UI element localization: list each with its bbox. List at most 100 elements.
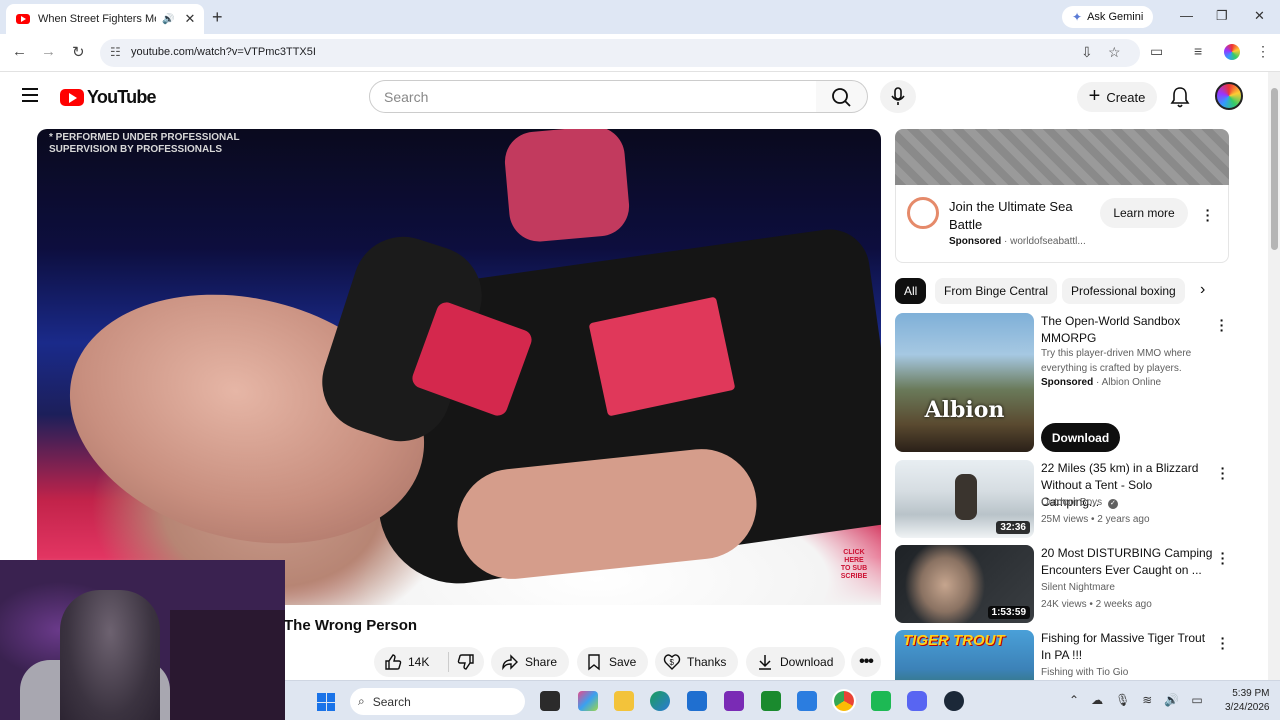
video-thumbnail[interactable]: 32:36 <box>895 460 1034 538</box>
taskbar-search-label: Search <box>372 694 411 709</box>
list-item[interactable]: TIGER TROUT Fishing for Massive Tiger Tr… <box>895 630 1229 680</box>
video-meta: 25M views • 2 years ago <box>1041 514 1150 525</box>
file-explorer-icon[interactable] <box>614 691 634 711</box>
learn-more-button[interactable]: Learn more <box>1100 198 1188 228</box>
gemini-sparkle-icon: ✦ <box>1072 10 1083 24</box>
speaker-icon[interactable]: 🔊 <box>162 14 174 25</box>
wifi-icon[interactable]: ≋ <box>1142 693 1152 707</box>
cast-icon[interactable]: ▭ <box>1150 43 1163 60</box>
voice-search-button[interactable] <box>880 80 916 113</box>
youtube-logo[interactable]: YouTube <box>60 87 157 108</box>
scrollbar-thumb[interactable] <box>1271 88 1278 250</box>
channel-name[interactable]: Outdoor Boys ✓ <box>1041 497 1118 509</box>
video-thumbnail[interactable]: TIGER TROUT <box>895 630 1034 680</box>
video-player[interactable]: * PERFORMED UNDER PROFESSIONAL SUPERVISI… <box>37 129 881 605</box>
steam-icon[interactable] <box>944 691 964 711</box>
menu-hamburger-icon[interactable] <box>22 88 38 102</box>
app-icon[interactable] <box>871 691 891 711</box>
thumbs-up-icon <box>385 654 402 670</box>
close-tab-icon[interactable]: ✕ <box>184 11 195 27</box>
thanks-dollar-icon: $ <box>663 654 681 670</box>
copilot-icon[interactable] <box>578 691 598 711</box>
mic-tray-icon[interactable]: 🎙 <box>1115 693 1130 707</box>
site-info-icon[interactable]: ☷ <box>110 45 121 59</box>
video-title[interactable]: 20 Most DISTURBING Camping Encounters Ev… <box>1041 545 1213 579</box>
browser-tab[interactable]: When Street Fighters Mess 🔊 ✕ <box>6 4 204 34</box>
taskbar-search[interactable]: ⌕ Search <box>350 688 525 715</box>
chip-professional-boxing[interactable]: Professional boxing <box>1062 278 1185 304</box>
search-icon <box>832 88 851 107</box>
volume-icon[interactable]: 🔊 <box>1164 693 1179 707</box>
taskbar-clock[interactable]: 5:39 PM 3/24/2026 <box>1225 687 1270 715</box>
ad-banner-image[interactable] <box>895 129 1229 185</box>
share-label: Share <box>525 655 558 669</box>
video-more-icon[interactable]: · · · <box>1215 461 1231 485</box>
bookmark-star-icon[interactable]: ☆ <box>1108 44 1121 61</box>
media-controls-icon[interactable]: ≡ <box>1194 43 1202 59</box>
chips-next-chevron-icon[interactable]: › <box>1200 281 1205 299</box>
task-view-icon[interactable] <box>540 691 560 711</box>
battery-icon[interactable]: ▭ <box>1191 693 1202 707</box>
video-duration: 1:53:59 <box>987 606 1030 619</box>
svg-text:$: $ <box>670 658 675 667</box>
channel-name[interactable]: Fishing with Tio Gio <box>1041 667 1128 678</box>
ask-gemini-button[interactable]: ✦ Ask Gemini <box>1062 6 1154 28</box>
list-item[interactable]: 1:53:59 20 Most DISTURBING Camping Encou… <box>895 545 1229 625</box>
media-app-icon[interactable] <box>724 691 744 711</box>
channel-name[interactable]: Silent Nightmare <box>1041 582 1115 593</box>
ad-sponsored-label: Sponsored <box>949 236 1002 247</box>
create-button[interactable]: + Create <box>1077 82 1157 112</box>
xbox-icon[interactable] <box>761 691 781 711</box>
albion-download-button[interactable]: Download <box>1041 423 1120 452</box>
video-more-icon[interactable]: · · · <box>1215 546 1231 570</box>
reload-icon[interactable]: ↻ <box>72 43 85 61</box>
notifications-bell-icon[interactable] <box>1170 86 1190 113</box>
restore-icon[interactable]: ❐ <box>1216 8 1228 24</box>
chrome-profile-avatar[interactable] <box>1224 44 1240 60</box>
chrome-taskbar-icon[interactable] <box>832 689 856 713</box>
store-icon[interactable] <box>687 691 707 711</box>
minimize-icon[interactable]: — <box>1180 8 1193 23</box>
search-button[interactable] <box>816 80 868 113</box>
tray-overflow-icon[interactable]: ⌃ <box>1069 693 1079 707</box>
forward-icon[interactable]: → <box>41 43 56 60</box>
new-tab-button[interactable]: + <box>212 7 223 28</box>
list-item[interactable]: 32:36 22 Miles (35 km) in a Blizzard Wit… <box>895 460 1229 540</box>
youtube-account-avatar[interactable] <box>1215 82 1243 110</box>
windows-start-icon[interactable] <box>317 693 335 711</box>
onedrive-icon[interactable]: ☁ <box>1091 693 1103 707</box>
close-window-icon[interactable]: ✕ <box>1254 8 1265 24</box>
dislike-button[interactable] <box>448 652 481 672</box>
taskbar-search-icon: ⌕ <box>358 694 365 708</box>
edge-icon[interactable] <box>650 691 670 711</box>
ad-more-icon[interactable]: · · · <box>1200 203 1216 227</box>
thanks-button[interactable]: $ Thanks <box>655 647 739 677</box>
discord-icon[interactable] <box>907 691 927 711</box>
outlook-icon[interactable] <box>797 691 817 711</box>
albion-more-icon[interactable]: · · · <box>1214 313 1230 337</box>
video-title[interactable]: Fishing for Massive Tiger Trout In PA !!… <box>1041 630 1213 664</box>
url-text[interactable]: youtube.com/watch?v=VTPmc3TTX5I <box>131 46 316 58</box>
chip-from-binge-central[interactable]: From Binge Central <box>935 278 1058 304</box>
search-input[interactable]: Search <box>369 80 817 113</box>
albion-description: Try this player-driven MMO where everyth… <box>1041 348 1192 374</box>
back-icon[interactable]: ← <box>12 43 27 60</box>
albion-title[interactable]: The Open-World Sandbox MMORPG <box>1041 313 1211 347</box>
save-button[interactable]: Save <box>577 647 649 677</box>
albion-sponsored-label: Sponsored <box>1041 377 1094 388</box>
video-more-icon[interactable]: · · · <box>1215 631 1229 655</box>
video-thumbnail[interactable]: 1:53:59 <box>895 545 1034 623</box>
share-button[interactable]: Share <box>491 647 570 677</box>
omnibox[interactable]: ☷ youtube.com/watch?v=VTPmc3TTX5I ⇩ ☆ <box>100 39 1140 67</box>
ad-card[interactable]: Join the Ultimate Sea Battle Sponsored ·… <box>895 185 1229 263</box>
more-actions-icon[interactable]: ••• <box>851 647 881 677</box>
chip-all[interactable]: All <box>895 278 927 304</box>
like-button[interactable]: 14K <box>374 653 448 671</box>
albion-thumbnail[interactable]: Albion <box>895 313 1034 452</box>
install-app-icon[interactable]: ⇩ <box>1081 44 1093 61</box>
download-button[interactable]: Download <box>746 647 846 677</box>
chrome-menu-icon[interactable]: ⋮ <box>1256 43 1270 60</box>
subscribe-watermark[interactable]: CLICK HERE TO SUB SCRIBE <box>839 549 869 581</box>
ad-title[interactable]: Join the Ultimate Sea Battle <box>949 198 1099 234</box>
system-tray: ⌃ ☁ 🎙 ≋ 🔊 ▭ <box>1069 693 1203 707</box>
